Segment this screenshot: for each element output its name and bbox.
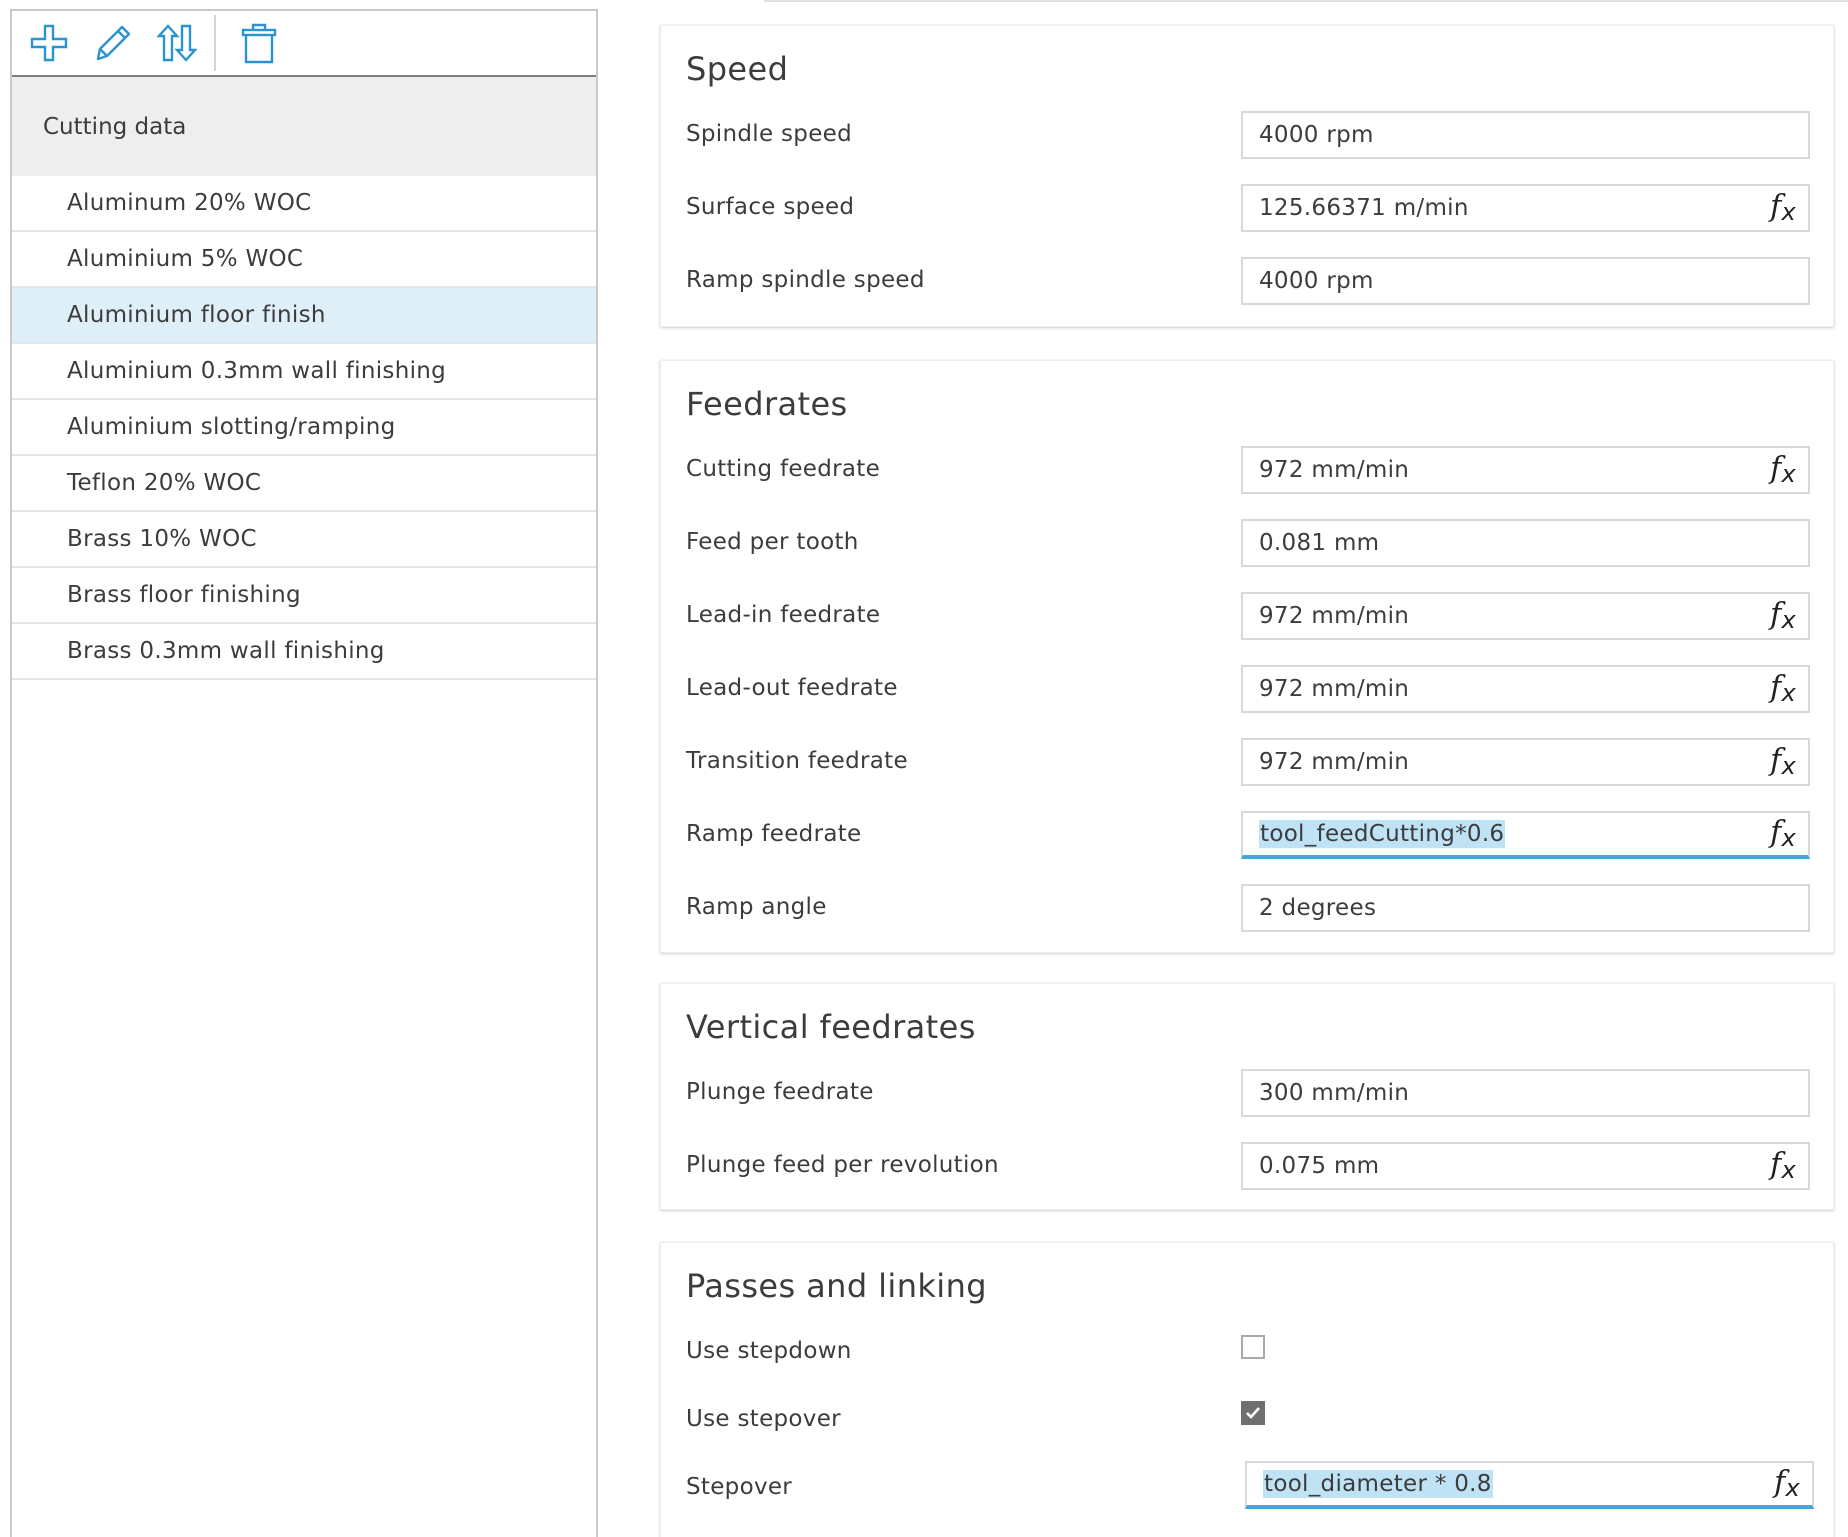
formula-icon[interactable]: fx [1774, 1468, 1800, 1501]
spindle-speed-value: 4000 rpm [1259, 122, 1374, 148]
list-item[interactable]: Aluminium 5% WOC [12, 232, 596, 288]
cutting-feedrate-field[interactable]: 972 mm/min fx [1241, 446, 1810, 494]
plunge-feedrate-label: Plunge feedrate [686, 1079, 874, 1105]
lead-in-feedrate-field[interactable]: 972 mm/min fx [1241, 592, 1810, 640]
ramp-feedrate-label: Ramp feedrate [686, 821, 862, 847]
feed-per-tooth-value: 0.081 mm [1259, 530, 1380, 556]
plus-icon [30, 24, 68, 62]
ramp-spindle-speed-label: Ramp spindle speed [686, 267, 925, 293]
section-title: Speed [686, 50, 789, 88]
cutting-feedrate-label: Cutting feedrate [686, 456, 881, 482]
plunge-feed-per-revolution-value: 0.075 mm [1259, 1153, 1380, 1179]
spindle-speed-field[interactable]: 4000 rpm [1241, 111, 1810, 159]
list-item[interactable]: Aluminium slotting/ramping [12, 400, 596, 456]
lead-in-feedrate-value: 972 mm/min [1259, 603, 1410, 629]
section-title: Vertical feedrates [686, 1008, 976, 1046]
cutting-feedrate-value: 972 mm/min [1259, 457, 1410, 483]
transition-feedrate-label: Transition feedrate [686, 748, 908, 774]
stepover-label: Stepover [686, 1474, 793, 1500]
spindle-speed-label: Spindle speed [686, 121, 853, 147]
plunge-feedrate-field[interactable]: 300 mm/min [1241, 1069, 1810, 1117]
add-button[interactable] [24, 18, 74, 68]
surface-speed-field[interactable]: 125.66371 m/min fx [1241, 184, 1810, 232]
feedrates-section: Feedrates Cutting feedrate 972 mm/min fx… [660, 360, 1834, 953]
formula-icon[interactable]: fx [1770, 192, 1796, 225]
ramp-spindle-speed-field[interactable]: 4000 rpm [1241, 257, 1810, 305]
trash-icon [241, 23, 277, 64]
ramp-angle-label: Ramp angle [686, 894, 827, 920]
formula-icon[interactable]: fx [1770, 673, 1796, 706]
formula-icon[interactable]: fx [1770, 818, 1796, 851]
section-title: Feedrates [686, 385, 848, 423]
use-stepdown-label: Use stepdown [686, 1338, 852, 1364]
stepover-field[interactable]: tool_diameter * 0.8 fx [1245, 1461, 1814, 1509]
lead-in-feedrate-label: Lead-in feedrate [686, 602, 881, 628]
stepover-value: tool_diameter * 0.8 [1263, 1470, 1493, 1498]
plunge-feed-per-revolution-field[interactable]: 0.075 mm fx [1241, 1142, 1810, 1190]
cutting-data-list: Aluminum 20% WOC Aluminium 5% WOC Alumin… [12, 176, 596, 680]
list-item[interactable]: Brass 0.3mm wall finishing [12, 624, 596, 680]
transition-feedrate-field[interactable]: 972 mm/min fx [1241, 738, 1810, 786]
checkmark-icon [1246, 1407, 1260, 1419]
list-item-selected[interactable]: Aluminium floor finish [12, 288, 596, 344]
ramp-feedrate-value: tool_feedCutting*0.6 [1259, 820, 1506, 848]
top-divider [764, 0, 1848, 2]
plunge-feedrate-value: 300 mm/min [1259, 1080, 1410, 1106]
vertical-feedrates-section: Vertical feedrates Plunge feedrate 300 m… [660, 983, 1834, 1210]
surface-speed-label: Surface speed [686, 194, 855, 220]
section-title: Passes and linking [686, 1267, 987, 1305]
pencil-icon [96, 25, 131, 61]
formula-icon[interactable]: fx [1770, 600, 1796, 633]
feed-per-tooth-label: Feed per tooth [686, 529, 859, 555]
formula-icon[interactable]: fx [1770, 746, 1796, 779]
use-stepdown-checkbox[interactable] [1241, 1335, 1265, 1359]
ramp-spindle-speed-value: 4000 rpm [1259, 268, 1374, 294]
formula-icon[interactable]: fx [1770, 454, 1796, 487]
toolbar [12, 11, 596, 77]
lead-out-feedrate-field[interactable]: 972 mm/min fx [1241, 665, 1810, 713]
lead-out-feedrate-label: Lead-out feedrate [686, 675, 898, 701]
sort-button[interactable] [152, 18, 202, 68]
passes-and-linking-section: Passes and linking Use stepdown Use step… [660, 1242, 1834, 1537]
use-stepover-checkbox[interactable] [1241, 1401, 1265, 1425]
ramp-feedrate-field[interactable]: tool_feedCutting*0.6 fx [1241, 811, 1810, 859]
list-item[interactable]: Aluminium 0.3mm wall finishing [12, 344, 596, 400]
formula-icon[interactable]: fx [1770, 1150, 1796, 1183]
list-item[interactable]: Teflon 20% WOC [12, 456, 596, 512]
lead-out-feedrate-value: 972 mm/min [1259, 676, 1410, 702]
toolbar-divider [214, 15, 216, 71]
use-stepover-label: Use stepover [686, 1406, 841, 1432]
cutting-data-panel: Cutting data Aluminum 20% WOC Aluminium … [10, 9, 598, 1537]
feed-per-tooth-field[interactable]: 0.081 mm [1241, 519, 1810, 567]
delete-button[interactable] [234, 18, 284, 68]
list-item[interactable]: Aluminum 20% WOC [12, 176, 596, 232]
list-header: Cutting data [12, 77, 596, 176]
surface-speed-value: 125.66371 m/min [1259, 195, 1469, 221]
edit-button[interactable] [88, 18, 138, 68]
cutting-data-editor: Cutting data Aluminum 20% WOC Aluminium … [0, 0, 1848, 1537]
transition-feedrate-value: 972 mm/min [1259, 749, 1410, 775]
speed-section: Speed Spindle speed 4000 rpm Surface spe… [660, 25, 1834, 327]
list-item[interactable]: Brass 10% WOC [12, 512, 596, 568]
plunge-feed-per-revolution-label: Plunge feed per revolution [686, 1152, 999, 1178]
ramp-angle-field[interactable]: 2 degrees [1241, 884, 1810, 932]
sort-icon [157, 24, 197, 62]
list-item[interactable]: Brass floor finishing [12, 568, 596, 624]
ramp-angle-value: 2 degrees [1259, 895, 1377, 921]
